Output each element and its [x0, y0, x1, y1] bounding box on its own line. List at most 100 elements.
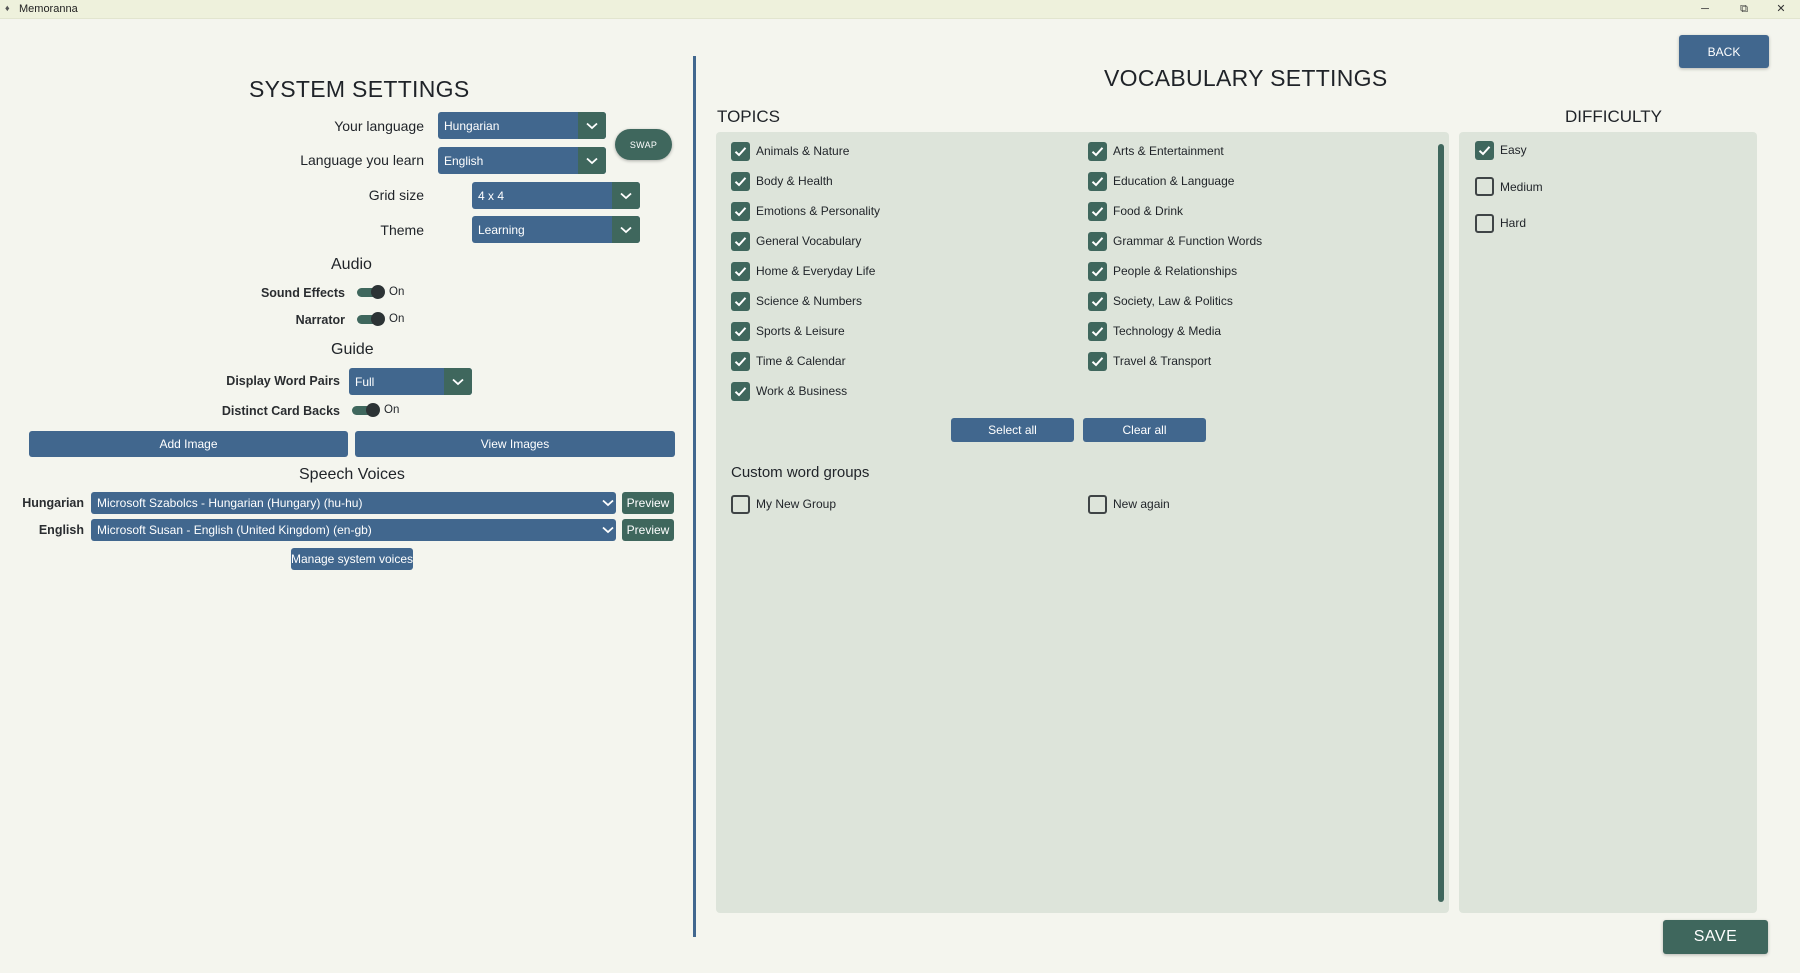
topic-checkbox-row[interactable]: Travel & Transport	[1088, 350, 1428, 372]
checkbox-unchecked-icon[interactable]	[1475, 177, 1494, 196]
speech-voices-title: Speech Voices	[299, 466, 405, 483]
close-button[interactable]: ✕	[1766, 0, 1796, 19]
topic-label: Society, Law & Politics	[1113, 294, 1233, 308]
topic-label: Time & Calendar	[756, 354, 846, 368]
view-images-button[interactable]: View Images	[355, 431, 675, 457]
custom-group-checkbox-row[interactable]: My New Group	[731, 493, 1071, 515]
topic-label: Sports & Leisure	[756, 324, 845, 338]
your-language-label: Your language	[334, 118, 424, 134]
topic-label: Grammar & Function Words	[1113, 234, 1263, 248]
checkbox-checked-icon[interactable]	[1088, 261, 1107, 281]
chevron-down-icon	[444, 368, 472, 395]
title-bar	[0, 0, 1800, 19]
topic-checkbox-row[interactable]: Time & Calendar	[731, 350, 1071, 372]
system-settings-title: SYSTEM SETTINGS	[249, 76, 470, 102]
manage-system-voices-button[interactable]: Manage system voices	[291, 548, 413, 570]
difficulty-checkbox-row[interactable]: Easy	[1475, 139, 1715, 161]
theme-dropdown[interactable]: Learning	[472, 216, 640, 243]
difficulty-checkbox-row[interactable]: Medium	[1475, 176, 1715, 198]
checkbox-checked-icon[interactable]	[1088, 291, 1107, 311]
checkbox-checked-icon[interactable]	[731, 171, 750, 191]
grid-size-value: 4 x 4	[478, 188, 505, 203]
clear-all-button[interactable]: Clear all	[1083, 418, 1206, 442]
back-button[interactable]: BACK	[1679, 35, 1769, 68]
topic-checkbox-row[interactable]: Body & Health	[731, 170, 1071, 192]
select-all-button[interactable]: Select all	[951, 418, 1074, 442]
topics-left-column: Animals & Nature Body & Health Emotions & …	[731, 140, 1071, 410]
checkbox-checked-icon[interactable]	[1088, 141, 1107, 161]
topic-checkbox-row[interactable]: Education & Language	[1088, 170, 1428, 192]
checkbox-unchecked-icon[interactable]	[1088, 494, 1107, 514]
maximize-button[interactable]: ⧉	[1729, 0, 1759, 19]
display-word-pairs-dropdown[interactable]: Full	[349, 368, 472, 395]
topic-checkbox-row[interactable]: Technology & Media	[1088, 320, 1428, 342]
topic-checkbox-row[interactable]: Sports & Leisure	[731, 320, 1071, 342]
save-button[interactable]: SAVE	[1663, 920, 1768, 954]
checkbox-checked-icon[interactable]	[1475, 140, 1494, 160]
chevron-down-icon	[600, 519, 616, 541]
topic-label: Work & Business	[756, 384, 848, 398]
learn-language-dropdown[interactable]: English	[438, 147, 606, 174]
topic-checkbox-row[interactable]: Home & Everyday Life	[731, 260, 1071, 282]
topic-checkbox-row[interactable]: People & Relationships	[1088, 260, 1428, 282]
checkbox-unchecked-icon[interactable]	[1475, 213, 1494, 233]
add-image-button[interactable]: Add Image	[29, 431, 348, 457]
checkbox-unchecked-icon[interactable]	[731, 494, 750, 514]
checkbox-checked-icon[interactable]	[731, 231, 750, 251]
checkbox-checked-icon[interactable]	[731, 381, 750, 401]
topic-checkbox-row[interactable]: Grammar & Function Words	[1088, 230, 1428, 252]
topic-checkbox-row[interactable]: Emotions & Personality	[731, 200, 1071, 222]
topic-checkbox-row[interactable]: General Vocabulary	[731, 230, 1071, 252]
difficulty-panel	[1459, 132, 1757, 913]
checkbox-checked-icon[interactable]	[731, 141, 750, 161]
topic-checkbox-row[interactable]: Science & Numbers	[731, 290, 1071, 312]
chevron-down-icon	[578, 147, 606, 174]
english-voice-dropdown[interactable]: Microsoft Susan - English (United Kingdo…	[91, 519, 616, 541]
distinct-card-backs-label: Distinct Card Backs	[221, 404, 340, 418]
checkbox-checked-icon[interactable]	[731, 321, 750, 341]
topic-label: Home & Everyday Life	[756, 264, 876, 278]
hungarian-voice-value: Microsoft Szabolcs - Hungarian (Hungary)…	[97, 496, 363, 510]
custom-group-label: New again	[1113, 497, 1170, 511]
difficulty-label: Hard	[1500, 216, 1527, 230]
checkbox-checked-icon[interactable]	[731, 291, 750, 311]
custom-group-checkbox-row[interactable]: New again	[1088, 493, 1428, 515]
checkbox-checked-icon[interactable]	[731, 201, 750, 221]
sound-effects-toggle[interactable]	[357, 285, 385, 299]
topics-scrollbar[interactable]	[1438, 144, 1444, 902]
narrator-state: On	[389, 313, 405, 325]
checkbox-checked-icon[interactable]	[731, 261, 750, 281]
english-preview-button[interactable]: Preview	[622, 519, 674, 541]
display-word-pairs-value: Full	[355, 374, 375, 389]
topics-right-column: Arts & Entertainment Education & Language…	[1088, 140, 1428, 380]
checkbox-checked-icon[interactable]	[1088, 231, 1107, 251]
topic-checkbox-row[interactable]: Work & Business	[731, 380, 1071, 402]
your-language-dropdown[interactable]: Hungarian	[438, 112, 606, 139]
checkbox-checked-icon[interactable]	[731, 351, 750, 371]
distinct-card-backs-toggle[interactable]	[352, 403, 380, 417]
difficulty-label: Easy	[1500, 143, 1527, 157]
checkbox-checked-icon[interactable]	[1088, 171, 1107, 191]
sound-effects-label: Sound Effects	[260, 286, 345, 300]
checkbox-checked-icon[interactable]	[1088, 321, 1107, 341]
narrator-toggle[interactable]	[357, 312, 385, 326]
english-voice-value: Microsoft Susan - English (United Kingdo…	[97, 523, 372, 537]
topic-checkbox-row[interactable]: Society, Law & Politics	[1088, 290, 1428, 312]
app-icon: ♦	[5, 3, 10, 13]
topic-label: People & Relationships	[1113, 264, 1238, 278]
difficulty-checkbox-row[interactable]: Hard	[1475, 212, 1715, 234]
checkbox-checked-icon[interactable]	[1088, 351, 1107, 371]
difficulty-label: Medium	[1500, 179, 1543, 194]
distinct-card-backs-state: On	[384, 404, 400, 416]
topic-checkbox-row[interactable]: Food & Drink	[1088, 200, 1428, 222]
topic-checkbox-row[interactable]: Animals & Nature	[731, 140, 1071, 162]
hungarian-voice-dropdown[interactable]: Microsoft Szabolcs - Hungarian (Hungary)…	[91, 492, 616, 514]
custom-group-left: My New Group	[731, 493, 1071, 523]
grid-size-dropdown[interactable]: 4 x 4	[472, 182, 640, 209]
checkbox-checked-icon[interactable]	[1088, 201, 1107, 221]
audio-section-title: Audio	[331, 256, 372, 273]
swap-button[interactable]: SWAP	[615, 129, 672, 160]
topic-checkbox-row[interactable]: Arts & Entertainment	[1088, 140, 1428, 162]
minimize-button[interactable]: ─	[1690, 0, 1720, 19]
hungarian-preview-button[interactable]: Preview	[622, 492, 674, 514]
